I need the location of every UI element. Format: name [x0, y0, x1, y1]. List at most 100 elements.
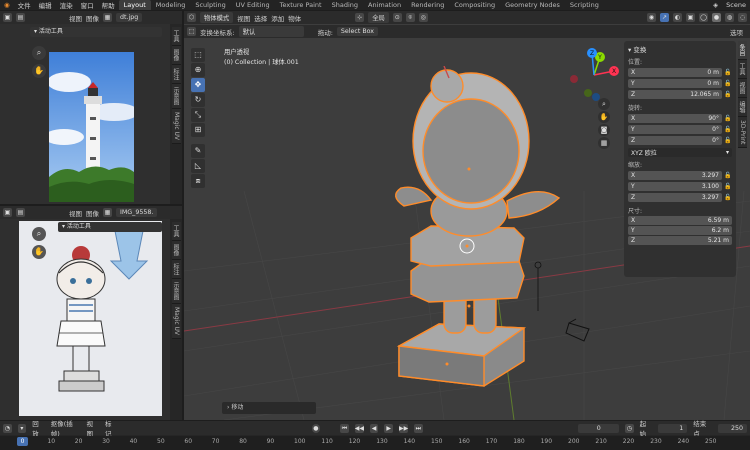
clock-icon[interactable]: ◷	[625, 423, 634, 433]
lock-icon[interactable]: 🔓	[724, 115, 732, 122]
transform-tool-icon[interactable]: ⊞	[191, 123, 205, 137]
camera-object[interactable]	[565, 318, 590, 342]
character-model[interactable]	[389, 66, 569, 396]
zoom-icon-bottom[interactable]: ⌕	[32, 227, 46, 241]
pan-hand-icon-bottom[interactable]: ✋	[32, 245, 46, 259]
workspace-tab-compositing[interactable]: Compositing	[449, 0, 500, 10]
add-cube-tool-icon[interactable]: ⧈	[191, 174, 205, 188]
workspace-tab-scripting[interactable]: Scripting	[565, 0, 604, 10]
menu-file[interactable]: 文件	[14, 0, 35, 10]
scale-y-field[interactable]: Y 3.100	[628, 182, 722, 191]
menu-render[interactable]: 渲染	[56, 0, 77, 10]
annotate-tool-icon[interactable]: ✎	[191, 144, 205, 158]
side-tab-tool[interactable]: 工具	[172, 222, 181, 241]
side-tab-3d-print[interactable]: 3D-Print	[738, 117, 747, 149]
camera-view-icon[interactable]: ◙	[598, 124, 610, 136]
last-operation-panel[interactable]: › 移动	[222, 402, 316, 414]
workspace-tab-uv-editing[interactable]: UV Editing	[231, 0, 275, 10]
xray-icon[interactable]: ▣	[686, 13, 695, 22]
orientation-dropdown[interactable]: 全局	[368, 12, 389, 23]
shading-material-icon[interactable]: ◍	[725, 13, 734, 22]
lock-icon[interactable]: 🔓	[724, 172, 732, 179]
timeline-menu-view[interactable]: 视图	[87, 418, 99, 438]
navigation-gizmo[interactable]: X Y Z	[566, 47, 622, 103]
workspace-tab-modeling[interactable]: Modeling	[151, 0, 191, 10]
lock-icon[interactable]: 🔓	[724, 126, 732, 133]
timeline-menu-marker[interactable]: 标记	[105, 418, 117, 438]
pan-hand-icon-top[interactable]: ✋	[32, 64, 46, 78]
viewport-menu-object[interactable]: 物体	[288, 13, 301, 23]
timeline-ruler[interactable]: 0 10 20 30 40 50 60 70 80 90 100 110 120 130 140 150 16…	[0, 436, 750, 450]
workspace-tab-layout[interactable]: Layout	[118, 0, 151, 10]
blender-logo-icon[interactable]: ◉	[0, 1, 14, 9]
play-icon[interactable]: ▶	[384, 423, 394, 433]
lock-icon[interactable]: 🔓	[724, 183, 732, 190]
side-tab-magic-uv[interactable]: Magic UV	[172, 304, 181, 340]
move-tool-icon[interactable]: ✥	[191, 78, 205, 92]
pivot-point-icon[interactable]: ⊙	[392, 13, 402, 22]
rotation-y-field[interactable]: Y 0°	[628, 125, 722, 134]
image-editor-top-filename[interactable]: dt.jpg	[116, 13, 143, 22]
next-keyframe-icon[interactable]: ▶▶	[399, 423, 408, 433]
side-tab-image[interactable]: 图像	[172, 46, 181, 65]
workspace-tab-geometry-nodes[interactable]: Geometry Nodes	[500, 0, 565, 10]
shading-rendered-icon[interactable]: ◌	[738, 13, 747, 22]
chevron-down-icon[interactable]: ▾	[17, 423, 27, 433]
scene-icon[interactable]: ◈	[709, 1, 722, 9]
jump-start-icon[interactable]: ⏮	[340, 423, 349, 433]
rotation-x-field[interactable]: X 90°	[628, 114, 722, 123]
scale-tool-icon[interactable]: ⤡	[191, 108, 205, 122]
scene-selector[interactable]: Scene	[722, 1, 750, 9]
cursor-tool-icon[interactable]: ⊕	[191, 63, 205, 77]
visibility-icon[interactable]: ◉	[647, 13, 656, 22]
location-z-field[interactable]: Z 12.065 m	[628, 90, 722, 99]
viewport-3d[interactable]: ⬡ 物体模式 视图 选择 添加 物体 ⊹ 全局 ⊙ ⌾ ◎ ◉ ↗ ◐ ▣ ◯ …	[184, 11, 750, 420]
lock-icon[interactable]: 🔓	[724, 194, 732, 201]
shading-wireframe-icon[interactable]: ◯	[699, 13, 708, 22]
current-frame-field[interactable]: 0	[578, 423, 620, 433]
workspace-tab-shading[interactable]: Shading	[327, 0, 363, 10]
image-browse-icon[interactable]: ▦	[103, 13, 112, 22]
timeline-menu-keying[interactable]: 抠像(插帧)	[51, 418, 81, 438]
image-editor-bottom-menu-view[interactable]: 视图	[69, 208, 82, 218]
snap-icon[interactable]: ⌾	[405, 13, 415, 22]
scale-z-field[interactable]: Z 3.297	[628, 193, 722, 202]
gizmo-toggle-icon[interactable]: ↗	[660, 13, 669, 22]
viewport-menu-view[interactable]: 视图	[237, 13, 250, 23]
view-mode-icon[interactable]: ▤	[16, 208, 25, 217]
image-editor-bottom-canvas[interactable]: ▾ 活动工具 ⌕ ✋	[0, 219, 170, 420]
playhead[interactable]: 0	[17, 437, 28, 446]
dimensions-z-field[interactable]: Z 5.21 m	[628, 236, 732, 245]
editor-type-3d-icon[interactable]: ⬡	[187, 13, 196, 22]
perspective-toggle-icon[interactable]: ▦	[598, 137, 610, 149]
menu-edit[interactable]: 编辑	[35, 0, 56, 10]
proportional-edit-icon[interactable]: ◎	[418, 13, 428, 22]
workspace-tab-animation[interactable]: Animation	[363, 0, 406, 10]
options-dropdown[interactable]: 选项	[730, 27, 747, 37]
image-editor-type-icon[interactable]: ▣	[3, 208, 12, 217]
workspace-tab-texture-paint[interactable]: Texture Paint	[275, 0, 327, 10]
image-browse-icon[interactable]: ▦	[103, 208, 112, 217]
workspace-tab-rendering[interactable]: Rendering	[406, 0, 449, 10]
side-tab-item[interactable]: 条目	[738, 41, 747, 60]
object-mode-dropdown[interactable]: 物体模式	[200, 12, 234, 23]
lock-icon[interactable]: 🔓	[724, 137, 732, 144]
shading-solid-icon[interactable]: ●	[712, 13, 721, 22]
zoom-icon-top[interactable]: ⌕	[32, 46, 46, 60]
select-box-tool-icon[interactable]: ⬚	[187, 27, 196, 36]
location-x-field[interactable]: X0 m	[628, 68, 722, 77]
dimensions-y-field[interactable]: Y 6.2 m	[628, 226, 732, 235]
side-tab-tool[interactable]: 工具	[738, 60, 747, 79]
lock-icon[interactable]: 🔓	[724, 69, 732, 76]
pan-view-icon[interactable]: ✋	[598, 111, 610, 123]
side-tab-annotation[interactable]: 标注	[172, 65, 181, 84]
menu-help[interactable]: 帮助	[98, 0, 119, 10]
side-tab-magic-uv[interactable]: Magic UV	[172, 109, 181, 145]
side-tab-annotation[interactable]: 标注	[172, 260, 181, 279]
side-tab-view[interactable]: 视图	[738, 79, 747, 98]
transform-orientation-icon[interactable]: ⊹	[355, 13, 365, 22]
timeline-menu-playback[interactable]: 回放	[32, 418, 44, 438]
timeline-editor-icon[interactable]: ◔	[3, 423, 12, 433]
overlay-icon[interactable]: ◐	[673, 13, 682, 22]
image-editor-top-menu-view[interactable]: 视图	[69, 13, 82, 23]
